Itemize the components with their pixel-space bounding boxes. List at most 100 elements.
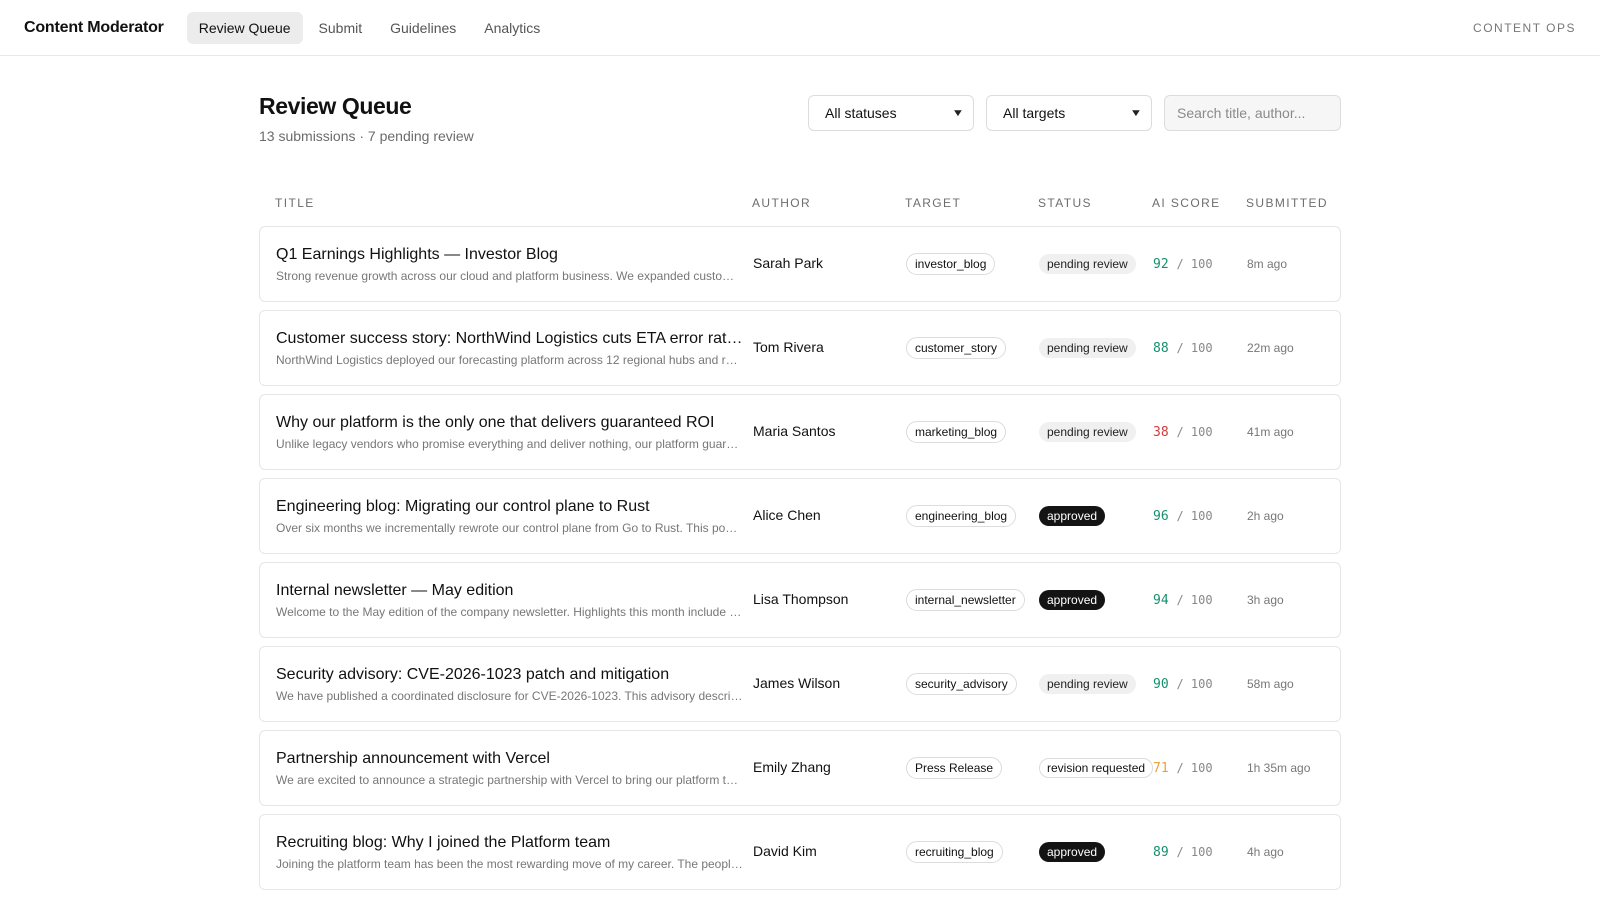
search-input[interactable] — [1164, 95, 1341, 131]
ai-score-max: / 100 — [1176, 844, 1213, 859]
row-ai-score-cell: 96 / 100 — [1153, 509, 1247, 524]
author-name: Emily Zhang — [753, 759, 831, 775]
row-status-cell: pending review — [1039, 254, 1153, 274]
row-submitted-cell: 22m ago — [1247, 339, 1340, 357]
row-title-cell: Recruiting blog: Why I joined the Platfo… — [260, 834, 753, 871]
column-header-target: TARGET — [905, 195, 962, 210]
row-submitted-cell: 41m ago — [1247, 423, 1340, 441]
submission-excerpt: NorthWind Logistics deployed our forecas… — [276, 352, 743, 367]
submitted-time: 3h ago — [1247, 593, 1284, 607]
submitted-time: 22m ago — [1247, 341, 1294, 355]
filter-bar: All statuses ▼ All targets ▼ — [808, 95, 1341, 131]
row-submitted-cell: 1h 35m ago — [1247, 759, 1340, 777]
row-target-cell: recruiting_blog — [906, 841, 1039, 863]
target-filter-value: All targets — [1003, 105, 1066, 121]
table-row[interactable]: Engineering blog: Migrating our control … — [259, 478, 1341, 554]
author-name: Maria Santos — [753, 423, 836, 439]
submission-title[interactable]: Internal newsletter — May edition — [276, 582, 743, 600]
row-target-cell: internal_newsletter — [906, 589, 1039, 611]
submission-title[interactable]: Q1 Earnings Highlights — Investor Blog — [276, 246, 743, 264]
row-status-cell: pending review — [1039, 338, 1153, 358]
target-badge: customer_story — [906, 337, 1007, 359]
table-header: TITLE AUTHOR TARGET STATUS AI SCORE SUBM… — [259, 179, 1341, 226]
status-badge: pending review — [1039, 338, 1136, 358]
row-submitted-cell: 3h ago — [1247, 591, 1340, 609]
submitted-time: 2h ago — [1247, 509, 1284, 523]
table-row[interactable]: Security advisory: CVE-2026-1023 patch a… — [259, 646, 1341, 722]
table-row[interactable]: Internal newsletter — May edition Welcome… — [259, 562, 1341, 638]
table-row[interactable]: Partnership announcement with Vercel We a… — [259, 730, 1341, 806]
row-author-cell: Lisa Thompson — [753, 591, 906, 609]
row-status-cell: pending review — [1039, 674, 1153, 694]
nav-review-queue[interactable]: Review Queue — [186, 11, 303, 44]
row-submitted-cell: 8m ago — [1247, 255, 1340, 273]
target-badge: recruiting_blog — [906, 841, 1003, 863]
row-title-cell: Security advisory: CVE-2026-1023 patch a… — [260, 666, 753, 703]
top-navigation: Content Moderator Review Queue Submit Gu… — [0, 0, 1600, 56]
target-badge: security_advisory — [906, 673, 1017, 695]
table-row[interactable]: Q1 Earnings Highlights — Investor Blog St… — [259, 226, 1341, 302]
row-author-cell: Maria Santos — [753, 423, 906, 441]
table-row[interactable]: Why our platform is the only one that de… — [259, 394, 1341, 470]
title-block: Review Queue 13 submissions · 7 pending … — [259, 91, 474, 144]
author-name: David Kim — [753, 843, 817, 859]
author-name: Lisa Thompson — [753, 591, 849, 607]
target-badge: Press Release — [906, 757, 1003, 779]
table-row[interactable]: Recruiting blog: Why I joined the Platfo… — [259, 814, 1341, 890]
column-header-status: STATUS — [1038, 195, 1092, 210]
author-name: Tom Rivera — [753, 339, 824, 355]
target-badge: engineering_blog — [906, 505, 1017, 527]
ai-score-max: / 100 — [1176, 760, 1213, 775]
submission-title[interactable]: Partnership announcement with Vercel — [276, 750, 743, 768]
author-name: James Wilson — [753, 675, 841, 691]
submission-title[interactable]: Customer success story: NorthWind Logist… — [276, 330, 743, 348]
nav-submit[interactable]: Submit — [307, 12, 375, 44]
row-ai-score-cell: 38 / 100 — [1153, 425, 1247, 440]
submission-title[interactable]: Why our platform is the only one that de… — [276, 414, 743, 432]
row-submitted-cell: 4h ago — [1247, 843, 1340, 861]
row-ai-score-cell: 88 / 100 — [1153, 341, 1247, 356]
target-filter-select[interactable]: All targets ▼ — [986, 95, 1152, 131]
chevron-down-icon: ▼ — [951, 107, 965, 119]
status-filter-value: All statuses — [825, 105, 897, 121]
row-submitted-cell: 58m ago — [1247, 675, 1340, 693]
ai-score-max: / 100 — [1176, 592, 1213, 607]
status-badge: pending review — [1039, 254, 1136, 274]
nav-guidelines[interactable]: Guidelines — [378, 12, 468, 44]
submitted-time: 58m ago — [1247, 677, 1294, 691]
status-badge: pending review — [1039, 674, 1136, 694]
submission-title[interactable]: Engineering blog: Migrating our control … — [276, 498, 743, 516]
ai-score-value: 94 — [1153, 592, 1169, 608]
row-author-cell: Alice Chen — [753, 507, 906, 525]
author-name: Sarah Park — [753, 255, 824, 271]
page-header: Review Queue 13 submissions · 7 pending … — [259, 91, 1341, 187]
ai-score-value: 38 — [1153, 424, 1169, 440]
row-submitted-cell: 2h ago — [1247, 507, 1340, 525]
submission-title[interactable]: Security advisory: CVE-2026-1023 patch a… — [276, 666, 743, 684]
ai-score-max: / 100 — [1176, 256, 1213, 271]
app-brand[interactable]: Content Moderator — [24, 19, 164, 37]
row-target-cell: engineering_blog — [906, 505, 1039, 527]
row-ai-score-cell: 90 / 100 — [1153, 677, 1247, 692]
submitted-time: 1h 35m ago — [1247, 761, 1311, 775]
target-badge: internal_newsletter — [906, 589, 1025, 611]
workspace-label: CONTENT OPS — [1473, 20, 1576, 35]
submission-excerpt: Unlike legacy vendors who promise everyt… — [276, 436, 743, 451]
status-badge: approved — [1039, 590, 1106, 610]
submission-title[interactable]: Recruiting blog: Why I joined the Platfo… — [276, 834, 743, 852]
submission-excerpt: Strong revenue growth across our cloud a… — [276, 268, 743, 283]
ai-score-value: 89 — [1153, 844, 1169, 860]
ai-score-max: / 100 — [1176, 508, 1213, 523]
row-author-cell: Sarah Park — [753, 255, 906, 273]
submission-excerpt: We have published a coordinated disclosu… — [276, 688, 743, 703]
status-badge: approved — [1039, 506, 1106, 526]
author-name: Alice Chen — [753, 507, 821, 523]
row-title-cell: Partnership announcement with Vercel We a… — [260, 750, 753, 787]
status-badge: revision requested — [1039, 758, 1154, 778]
table-row[interactable]: Customer success story: NorthWind Logist… — [259, 310, 1341, 386]
row-title-cell: Customer success story: NorthWind Logist… — [260, 330, 753, 367]
status-filter-select[interactable]: All statuses ▼ — [808, 95, 974, 131]
row-ai-score-cell: 94 / 100 — [1153, 593, 1247, 608]
nav-analytics[interactable]: Analytics — [472, 12, 552, 44]
row-author-cell: Tom Rivera — [753, 339, 906, 357]
